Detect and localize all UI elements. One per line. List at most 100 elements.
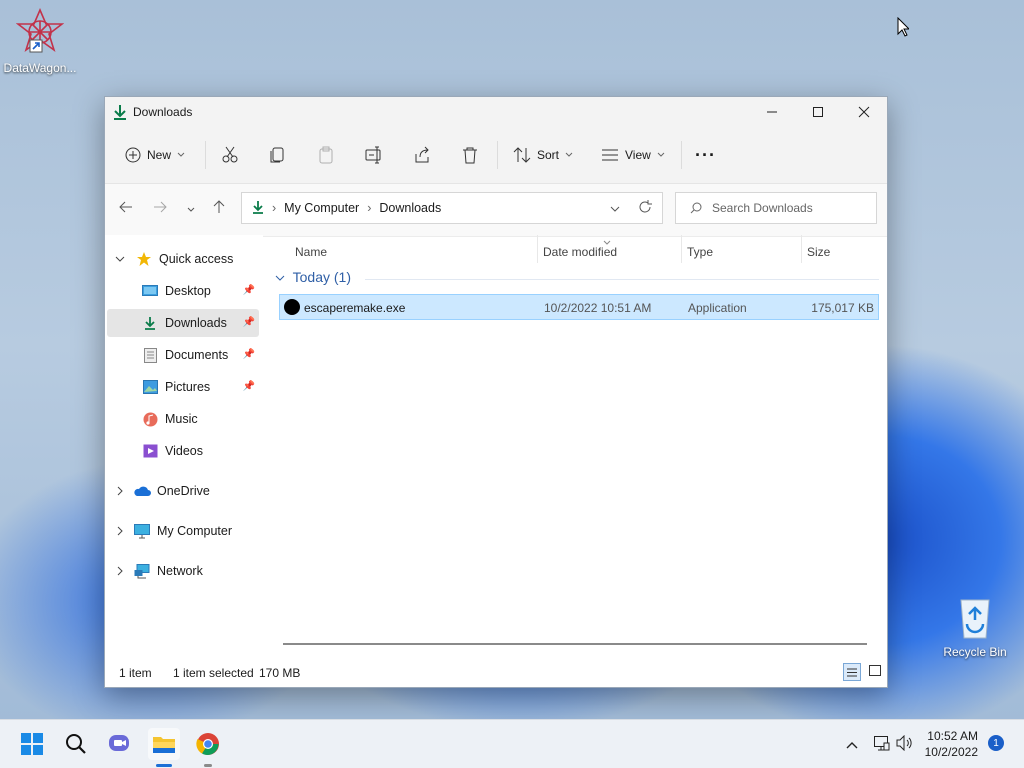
desktop-icon — [141, 282, 159, 300]
forward-button[interactable] — [153, 200, 167, 217]
nav-label: Network — [157, 564, 203, 578]
file-explorer-taskbar-button[interactable] — [148, 728, 180, 760]
search-placeholder: Search Downloads — [712, 201, 813, 215]
active-app-indicator — [156, 764, 172, 767]
view-button[interactable]: View — [601, 141, 665, 169]
breadcrumb-my-computer[interactable]: My Computer — [284, 201, 359, 215]
maximize-button[interactable] — [795, 97, 841, 127]
start-button[interactable] — [16, 728, 48, 760]
nav-my-computer[interactable]: My Computer — [107, 517, 259, 545]
group-header-today[interactable]: Today (1) — [275, 269, 351, 285]
notification-badge[interactable]: 1 — [988, 735, 1004, 751]
up-button[interactable] — [213, 200, 225, 218]
nav-label: My Computer — [157, 524, 233, 538]
download-icon — [141, 314, 159, 332]
address-history-button[interactable] — [610, 201, 620, 215]
desktop-icon-datawagon[interactable]: DataWagon... — [0, 7, 80, 75]
cut-button[interactable] — [221, 141, 239, 169]
close-button[interactable] — [841, 97, 887, 127]
details-view-icon — [847, 668, 857, 676]
share-button[interactable] — [413, 141, 431, 169]
show-hidden-icons-button[interactable] — [846, 738, 858, 752]
rename-button[interactable] — [365, 141, 383, 169]
more-icon: ··· — [695, 144, 716, 165]
arrow-right-icon — [154, 201, 167, 213]
more-options-button[interactable]: ··· — [695, 141, 716, 169]
file-list-pane: Name Date modified Type Size Today (1) e… — [275, 235, 879, 651]
column-header-date[interactable]: Date modified — [543, 245, 617, 259]
back-button[interactable] — [119, 200, 133, 217]
nav-quick-access[interactable]: Quick access — [107, 245, 259, 273]
view-label: View — [625, 148, 651, 162]
exe-file-icon — [284, 299, 300, 318]
nav-item-downloads[interactable]: Downloads 📌 — [107, 309, 259, 337]
search-icon — [690, 202, 702, 214]
teams-chat-button[interactable] — [104, 728, 136, 760]
running-app-indicator — [204, 764, 212, 767]
recent-locations-button[interactable] — [187, 200, 195, 217]
nav-item-documents[interactable]: Documents 📌 — [107, 341, 259, 369]
pictures-icon — [141, 378, 159, 396]
pin-icon: 📌 — [242, 285, 255, 296]
column-divider — [681, 235, 682, 263]
status-item-count: 1 item — [119, 666, 152, 680]
mouse-cursor-icon — [897, 17, 909, 37]
paste-button[interactable] — [317, 141, 335, 169]
address-bar[interactable]: › My Computer › Downloads — [241, 192, 663, 224]
nav-item-videos[interactable]: Videos — [107, 437, 259, 465]
file-type: Application — [688, 301, 747, 315]
copy-icon — [270, 147, 284, 163]
refresh-button[interactable] — [638, 199, 652, 217]
search-taskbar-button[interactable] — [60, 728, 92, 760]
delete-button[interactable] — [461, 141, 479, 169]
clock-date: 10/2/2022 — [924, 745, 978, 759]
network-icon — [133, 562, 151, 580]
column-header-type[interactable]: Type — [687, 245, 713, 259]
nav-item-desktop[interactable]: Desktop 📌 — [107, 277, 259, 305]
download-icon — [113, 104, 127, 123]
music-icon — [141, 410, 159, 428]
horizontal-scrollbar[interactable] — [283, 643, 867, 645]
file-date: 10/2/2022 10:51 AM — [544, 301, 652, 315]
chevron-right-icon — [117, 566, 123, 576]
volume-tray-icon[interactable] — [896, 734, 914, 754]
maximize-icon — [813, 107, 823, 117]
minimize-button[interactable] — [749, 97, 795, 127]
status-selected: 1 item selected — [173, 666, 254, 680]
new-button[interactable]: New — [125, 141, 185, 169]
speaker-icon — [896, 734, 912, 752]
title-bar[interactable]: Downloads — [105, 97, 887, 127]
group-divider — [365, 279, 879, 280]
column-divider — [801, 235, 802, 263]
chrome-taskbar-button[interactable] — [192, 728, 224, 760]
copy-button[interactable] — [269, 141, 287, 169]
taskbar: 10:52 AM 10/2/2022 1 — [0, 719, 1024, 768]
trash-icon — [463, 147, 477, 164]
desktop-icon-recycle-bin[interactable]: Recycle Bin — [935, 594, 1015, 659]
chevron-down-icon — [115, 256, 125, 262]
nav-item-pictures[interactable]: Pictures 📌 — [107, 373, 259, 401]
sort-button[interactable]: Sort — [513, 141, 573, 169]
chevron-down-icon — [610, 206, 620, 212]
column-header-size[interactable]: Size — [807, 245, 830, 259]
group-label: Today (1) — [292, 269, 351, 285]
clock[interactable]: 10:52 AM 10/2/2022 — [925, 728, 978, 760]
details-view-button[interactable] — [843, 663, 861, 681]
column-header-name[interactable]: Name — [295, 245, 327, 259]
arrow-up-icon — [213, 200, 225, 213]
chevron-down-icon — [187, 207, 195, 212]
nav-label: Quick access — [159, 252, 234, 266]
pin-icon: 📌 — [242, 317, 255, 328]
large-icons-view-button[interactable] — [869, 665, 881, 679]
nav-network[interactable]: Network — [107, 557, 259, 585]
folder-icon — [153, 737, 175, 753]
network-tray-icon[interactable] — [874, 735, 890, 754]
rename-icon — [365, 146, 381, 164]
window-title: Downloads — [133, 105, 193, 119]
download-icon — [252, 200, 264, 217]
nav-item-music[interactable]: Music — [107, 405, 259, 433]
search-input[interactable]: Search Downloads — [675, 192, 877, 224]
nav-onedrive[interactable]: OneDrive — [107, 477, 259, 505]
breadcrumb-downloads[interactable]: Downloads — [379, 201, 441, 215]
file-row[interactable]: escaperemake.exe 10/2/2022 10:51 AM Appl… — [279, 294, 879, 320]
